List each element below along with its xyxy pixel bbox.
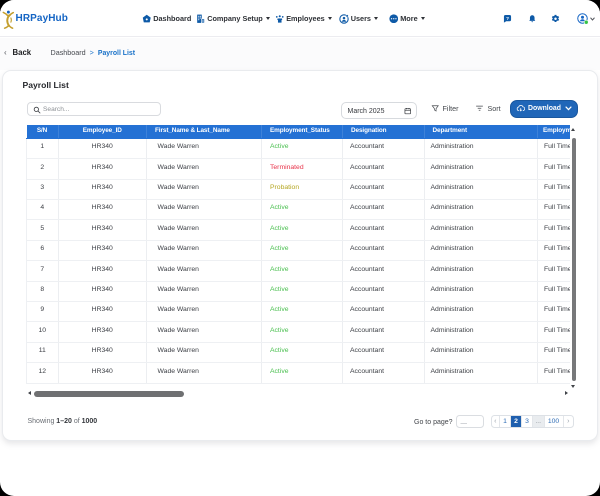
svg-text:?: ?	[506, 16, 509, 22]
